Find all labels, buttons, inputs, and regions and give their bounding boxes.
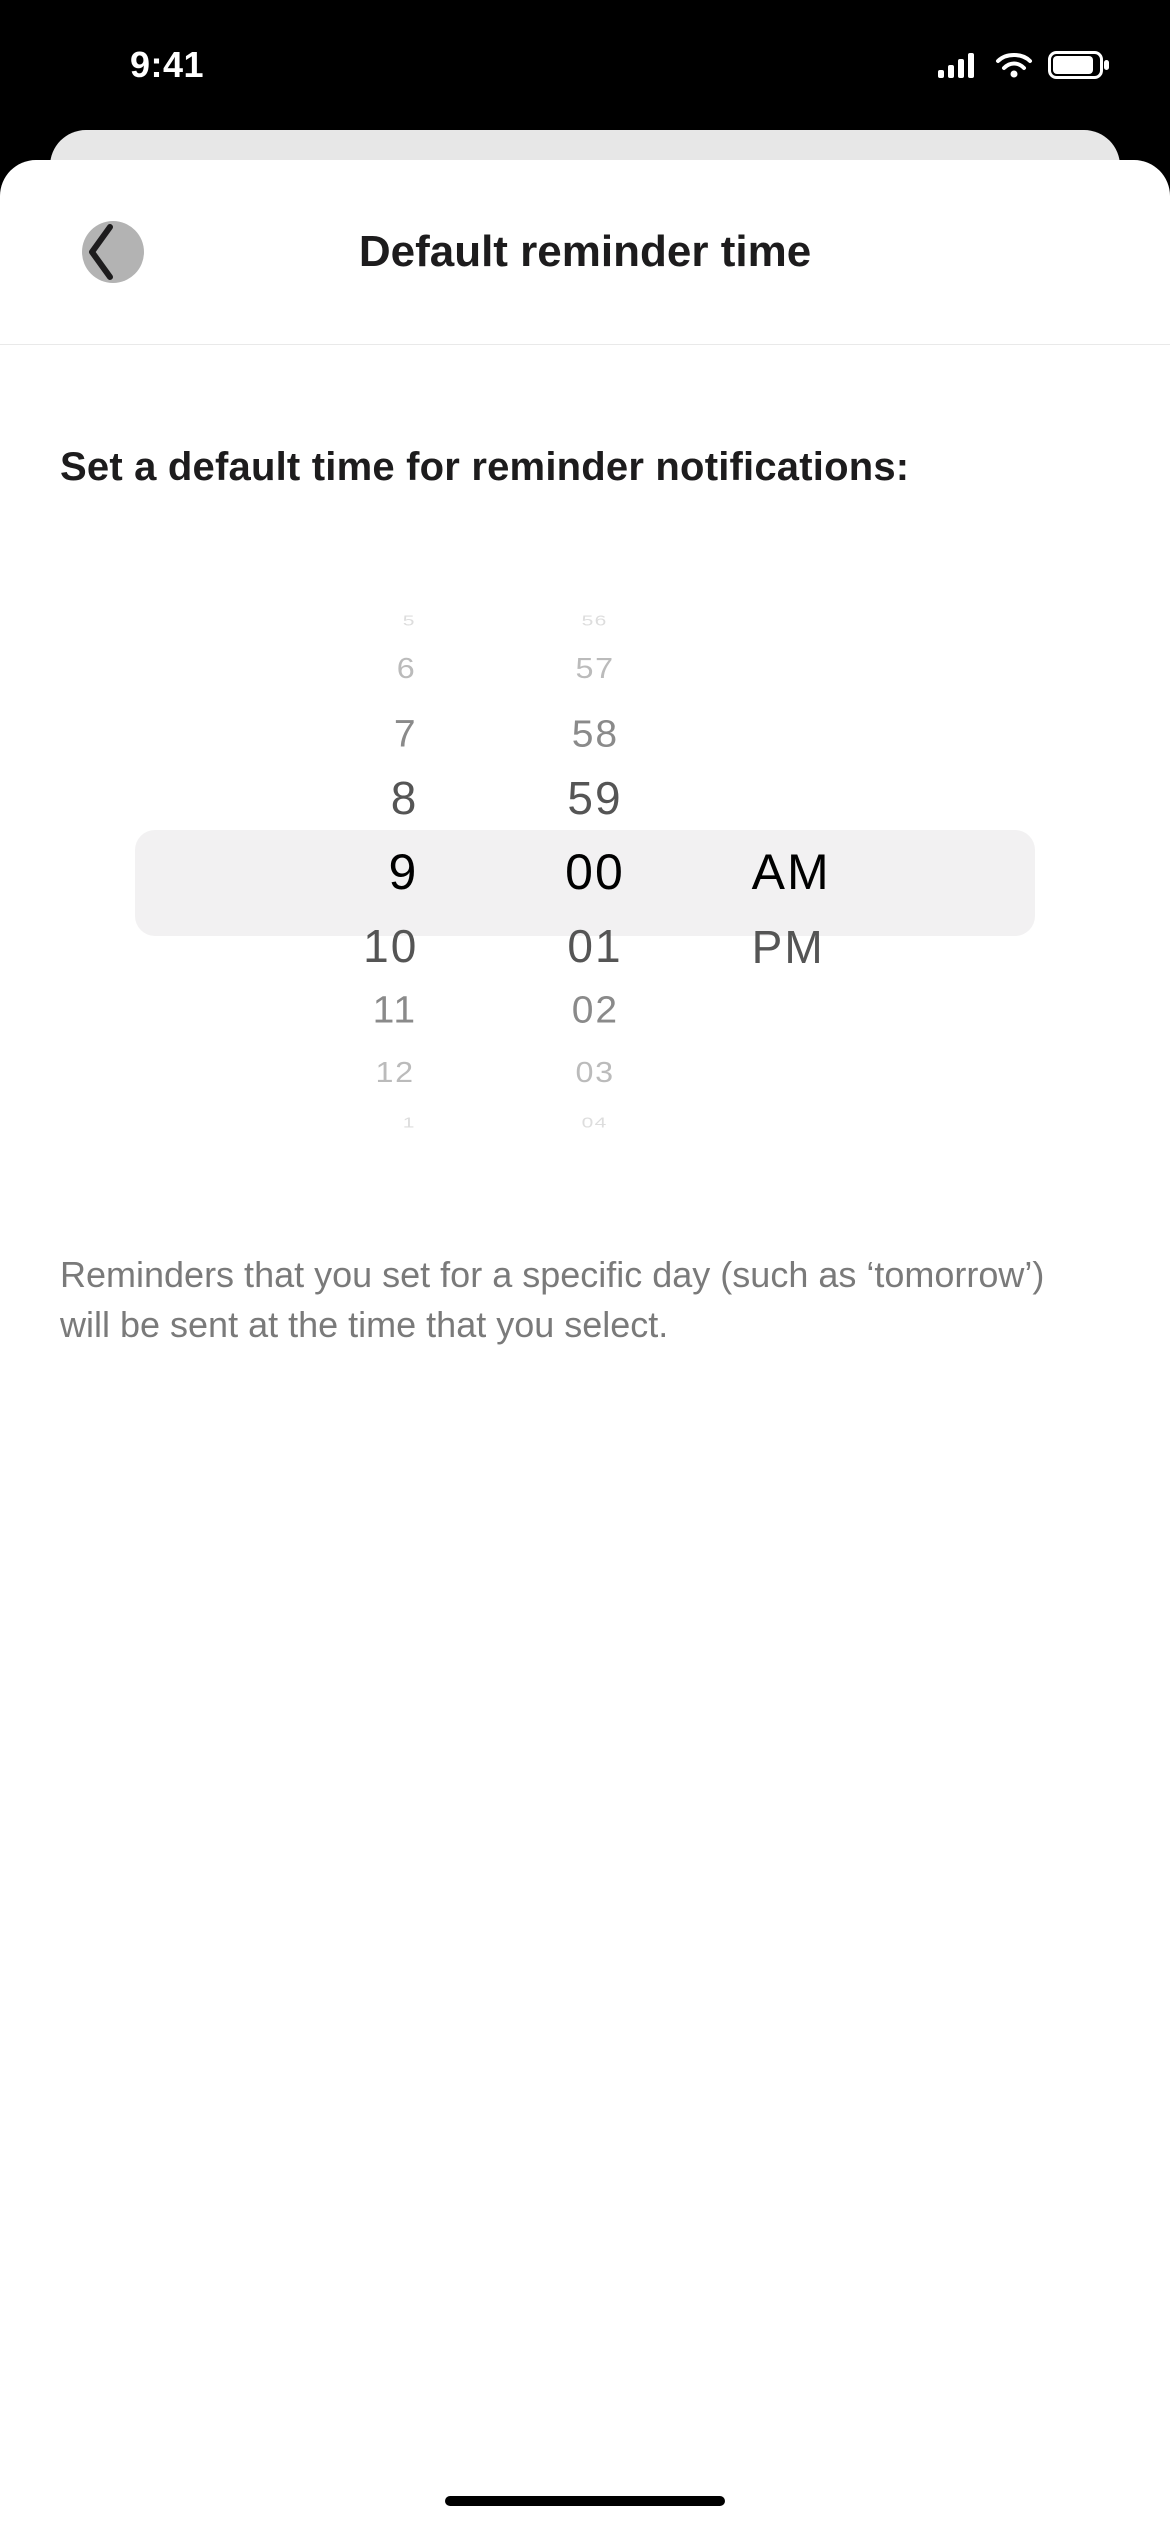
minute-option[interactable]: 04 xyxy=(582,1114,608,1131)
wifi-icon xyxy=(994,51,1034,79)
section-heading: Set a default time for reminder notifica… xyxy=(60,445,1110,490)
status-bar: 9:41 xyxy=(0,0,1170,130)
minute-option[interactable]: 02 xyxy=(571,981,618,1039)
chevron-left-icon xyxy=(82,221,118,283)
hour-option[interactable]: 8 xyxy=(391,766,419,830)
battery-icon xyxy=(1048,51,1110,79)
minute-column[interactable]: 56 57 58 59 00 01 02 03 04 xyxy=(478,580,711,1140)
minute-option[interactable]: 58 xyxy=(571,705,618,763)
minute-option[interactable]: 03 xyxy=(575,1050,614,1098)
settings-sheet: Default reminder time Set a default time… xyxy=(0,160,1170,2532)
period-selected[interactable]: AM xyxy=(752,829,831,914)
description-text: Reminders that you set for a specific da… xyxy=(60,1250,1110,1351)
back-button[interactable] xyxy=(50,202,150,302)
period-column[interactable]: AM PM xyxy=(712,580,985,1140)
hour-option[interactable]: 11 xyxy=(372,981,416,1039)
period-option[interactable]: PM xyxy=(752,915,825,979)
home-indicator[interactable] xyxy=(445,2496,725,2506)
minute-option[interactable]: 57 xyxy=(575,646,614,694)
cellular-icon xyxy=(938,52,980,78)
minute-option[interactable]: 01 xyxy=(567,914,622,978)
minute-option[interactable]: 56 xyxy=(582,612,608,629)
content: Set a default time for reminder notifica… xyxy=(0,345,1170,2532)
minute-option[interactable]: 59 xyxy=(567,766,622,830)
time-picker[interactable]: 5 6 7 8 9 10 11 12 1 56 57 58 59 xyxy=(135,580,1035,1140)
hour-selected[interactable]: 9 xyxy=(389,830,419,915)
status-time: 9:41 xyxy=(130,44,204,86)
hour-option[interactable]: 7 xyxy=(394,705,418,763)
hour-option[interactable]: 10 xyxy=(363,914,418,978)
minute-selected[interactable]: 00 xyxy=(565,830,625,915)
page-title: Default reminder time xyxy=(359,227,811,277)
hour-option[interactable]: 5 xyxy=(402,612,415,629)
hour-option[interactable]: 1 xyxy=(402,1114,415,1131)
header: Default reminder time xyxy=(0,160,1170,345)
status-indicators xyxy=(938,51,1110,79)
hour-option[interactable]: 6 xyxy=(397,646,417,694)
hour-column[interactable]: 5 6 7 8 9 10 11 12 1 xyxy=(185,580,478,1140)
hour-option[interactable]: 12 xyxy=(376,1050,415,1098)
